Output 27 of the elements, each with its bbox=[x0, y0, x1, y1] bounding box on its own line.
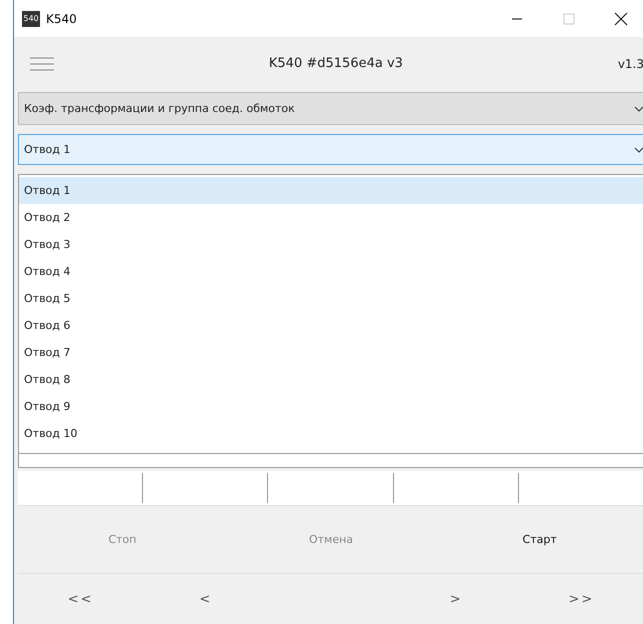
tap-dropdown[interactable]: Отвод 1 bbox=[18, 134, 643, 165]
window-title: K540 bbox=[46, 12, 78, 26]
dropdown-option[interactable]: Отвод 4 bbox=[19, 258, 643, 285]
version-label: v1.3 bbox=[618, 56, 643, 70]
app-title: K540 #d5156e4a v3 bbox=[268, 56, 404, 71]
nav-button[interactable]: >> bbox=[560, 588, 602, 610]
dropdown-option[interactable]: Отвод 5 bbox=[19, 285, 643, 312]
dropdown-option[interactable]: Отвод 8 bbox=[19, 366, 643, 393]
nav-button[interactable]: > bbox=[442, 588, 471, 610]
maximize-icon bbox=[563, 12, 575, 24]
action-button[interactable]: Старт bbox=[512, 527, 567, 552]
menu-icon[interactable] bbox=[30, 56, 54, 70]
dropdown-option[interactable]: Отвод 1 bbox=[19, 177, 643, 204]
dropdown-option[interactable]: Отвод 10 bbox=[19, 420, 643, 447]
chevron-down-icon bbox=[634, 146, 643, 154]
dropdown-option[interactable]: Отвод 6 bbox=[19, 312, 643, 339]
close-icon bbox=[614, 12, 628, 26]
dropdown-option[interactable]: Отвод 2 bbox=[19, 204, 643, 231]
nav-button[interactable]: << bbox=[60, 588, 102, 610]
mode-dropdown[interactable]: Коэф. трансформации и группа соед. обмоток bbox=[18, 92, 643, 125]
dropdown-option[interactable]: Отвод 7 bbox=[19, 339, 643, 366]
input-field[interactable] bbox=[18, 454, 643, 468]
dropdown-option[interactable]: Отвод 3 bbox=[19, 231, 643, 258]
app-icon: 540 bbox=[22, 10, 40, 26]
chevron-down-icon bbox=[634, 104, 643, 112]
dropdown-option[interactable]: Отвод 9 bbox=[19, 393, 643, 420]
nav-button[interactable]: < bbox=[191, 588, 220, 610]
